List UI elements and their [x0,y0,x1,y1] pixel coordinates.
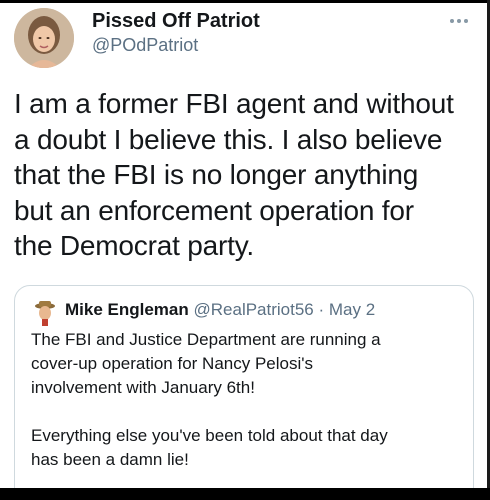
header-separator: · [313,300,329,319]
quoted-author-name[interactable]: Mike Engleman [65,300,189,319]
author-avatar[interactable] [14,8,74,68]
tweet-text-line: but an enforcement operation for [14,194,414,226]
tweet-body: I am a former FBI agent and without a do… [14,86,484,264]
tweet-text-line: a doubt I believe this. I also believe [14,123,443,155]
top-border [0,0,490,3]
quoted-text-line: The FBI and Justice Department are runni… [31,330,381,349]
tweet-text-line: the Democrat party. [14,230,254,261]
author-handle[interactable]: @POdPatriot [92,35,198,56]
quoted-tweet-body: The FBI and Justice Department are runni… [31,328,461,472]
quoted-text-line [31,400,461,424]
tweet-text-line: I am a former FBI agent and without [14,88,454,119]
quoted-tweet-card[interactable]: Mike Engleman @RealPatriot56 · May 2 The… [14,285,474,500]
tweet-text-line: that the FBI is no longer anything [14,159,419,190]
tweet-screenshot: Pissed Off Patriot @POdPatriot I am a fo… [0,0,490,500]
quoted-tweet-header: Mike Engleman @RealPatriot56 · May 2 [65,300,375,320]
quoted-text-line: Everything else you've been told about t… [31,426,388,445]
quoted-text-line: involvement with January 6th! [31,378,255,397]
quoted-author-avatar-icon [31,298,59,326]
more-options-icon[interactable] [448,16,470,26]
quoted-tweet-date[interactable]: May 2 [329,300,375,319]
profile-photo-icon [14,8,74,68]
author-display-name[interactable]: Pissed Off Patriot [92,10,260,33]
bottom-border [0,488,490,500]
quoted-text-line: has been a damn lie! [31,450,189,469]
quoted-author-handle[interactable]: @RealPatriot56 [194,300,314,319]
quoted-text-line: cover-up operation for Nancy Pelosi's [31,354,313,373]
